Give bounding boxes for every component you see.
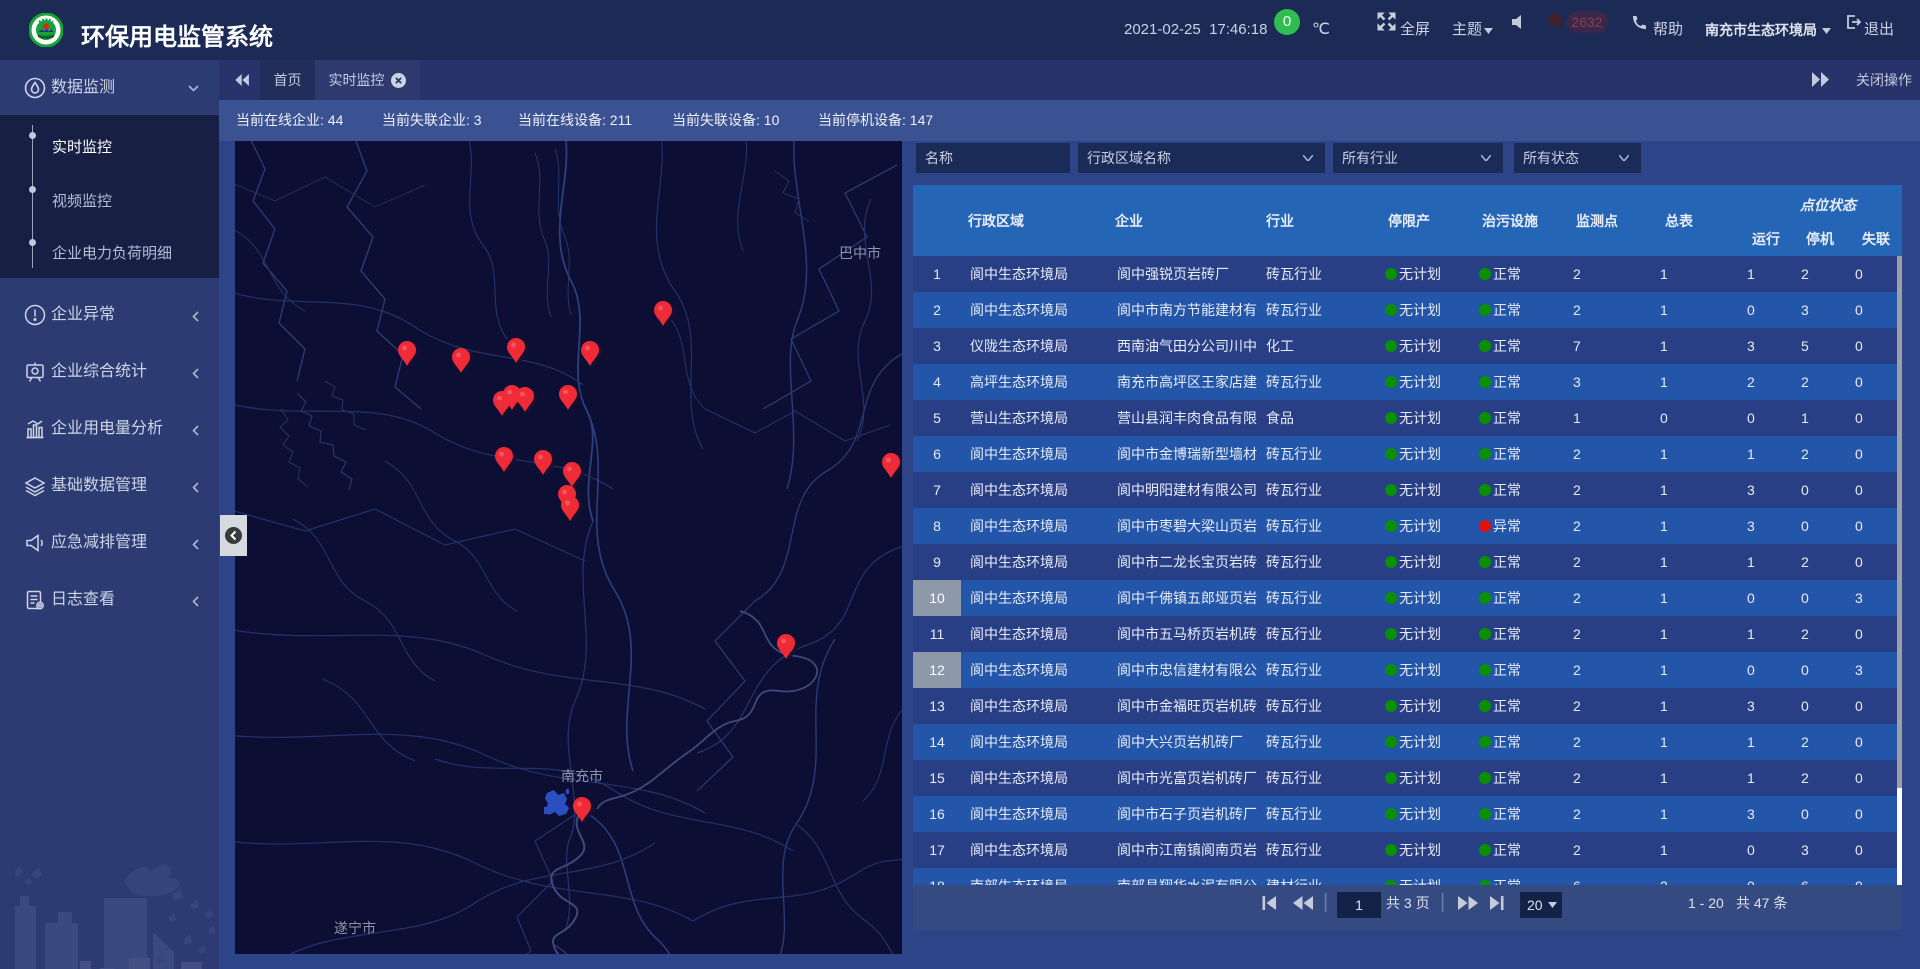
- svg-text:巴中市: 巴中市: [839, 245, 881, 261]
- svg-text:遂宁市: 遂宁市: [334, 920, 376, 936]
- svg-text:南充市: 南充市: [561, 768, 603, 784]
